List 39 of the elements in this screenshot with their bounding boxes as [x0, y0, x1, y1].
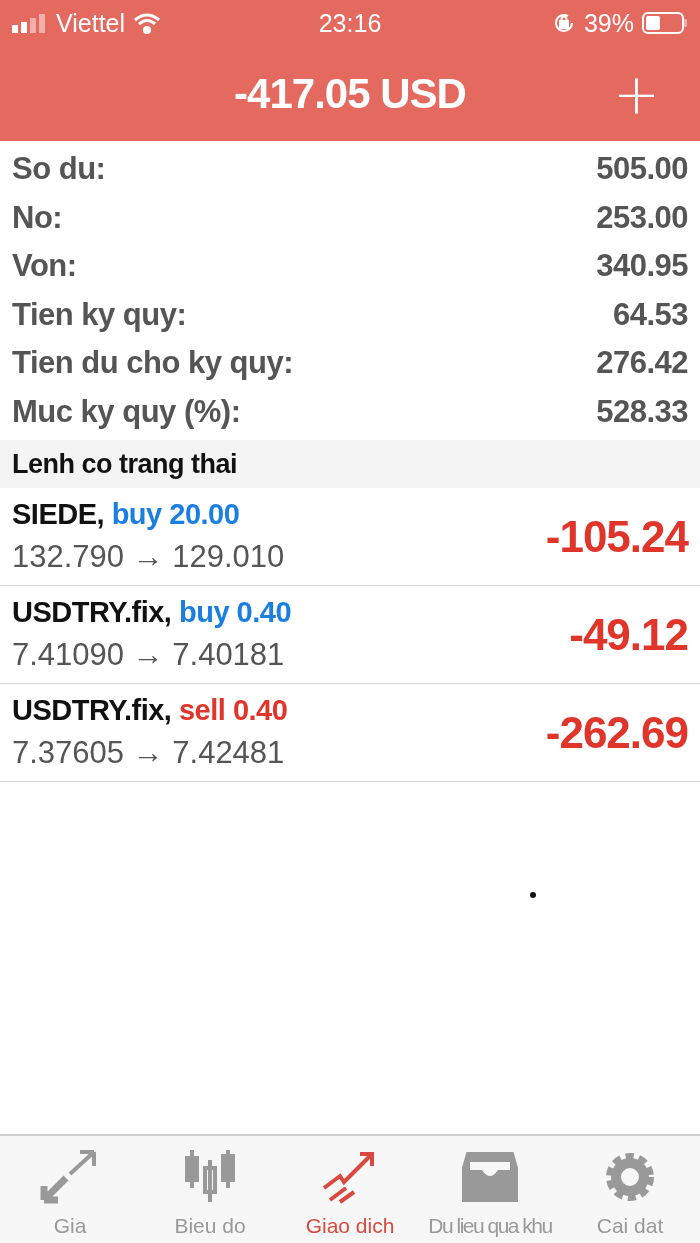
summary-value: 528.33 — [596, 393, 688, 430]
battery-icon — [642, 12, 688, 34]
dot-mark — [530, 892, 536, 898]
order-title: USDTRY.fix, sell 0.40 — [12, 694, 288, 727]
order-profit: -262.69 — [545, 707, 688, 758]
summary-value: 64.53 — [612, 296, 688, 333]
equity-title: -417.05 USD — [234, 69, 466, 118]
order-title: USDTRY.fix, buy 0.40 — [12, 596, 292, 629]
wifi-icon — [133, 12, 162, 34]
battery-percent: 39% — [583, 8, 634, 38]
order-row[interactable]: USDTRY.fix, buy 0.40 7.41090 → 7.40181 -49.12 — [0, 586, 700, 684]
summary-label: Muc ky quy (%): — [12, 393, 241, 430]
tab-item[interactable]: Bieu do — [140, 1136, 280, 1243]
summary-label: Tien ky quy: — [12, 296, 187, 333]
summary-label: Von: — [12, 248, 77, 285]
order-title: SIEDE, buy 20.00 — [12, 498, 241, 531]
summary-label: No: — [12, 199, 63, 236]
section-title: Lenh co trang thai — [12, 448, 237, 480]
order-profit: -49.12 — [569, 609, 688, 660]
summary-label: So du: — [12, 151, 106, 188]
order-prices: 7.37605 → 7.42481 — [12, 735, 286, 771]
summary-value: 276.42 — [596, 345, 688, 382]
summary-value: 505.00 — [596, 151, 688, 188]
tab-item[interactable]: Gia — [0, 1136, 140, 1243]
clock-time: 23:16 — [318, 8, 382, 38]
tab-item[interactable]: Du lieu qua khu — [420, 1136, 560, 1243]
add-button[interactable]: + — [613, 65, 660, 122]
signal-icon — [12, 13, 48, 33]
tab-item[interactable]: Giao dich — [280, 1136, 420, 1243]
summary-value: 340.95 — [596, 248, 688, 285]
order-profit: -105.24 — [545, 511, 688, 562]
order-row[interactable]: SIEDE, buy 20.00 132.790 → 129.010 -105.24 — [0, 488, 700, 586]
summary-label: Tien du cho ky quy: — [12, 345, 294, 382]
order-row[interactable]: USDTRY.fix, sell 0.40 7.37605 → 7.42481 -262.69 — [0, 684, 700, 782]
carrier-name: Viettel — [56, 8, 126, 38]
order-prices: 132.790 → 129.010 — [12, 539, 285, 575]
order-prices: 7.41090 → 7.40181 — [12, 637, 286, 673]
tab-item[interactable]: Cai dat — [560, 1136, 700, 1243]
summary-value: 253.00 — [596, 199, 688, 236]
